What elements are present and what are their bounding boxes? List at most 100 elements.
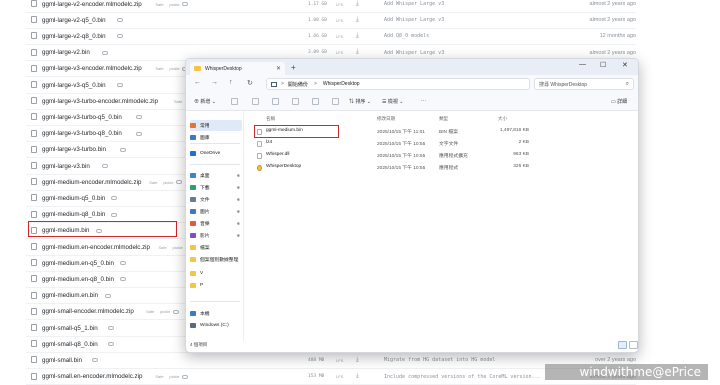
hf-file-name[interactable]: ggml-large-v2-q8_0.bin — [42, 33, 106, 40]
hf-file-name[interactable]: ggml-large-v2-q5_0.bin — [42, 17, 106, 24]
hf-file-name[interactable]: ggml-large-v2-encoder.mlmodelc.zip — [42, 1, 142, 8]
download-icon[interactable]: ⤓ — [356, 1, 359, 8]
pin-icon[interactable]: ✱ — [237, 209, 240, 214]
sidebar-item-label: OneDrive — [200, 151, 221, 156]
sidebar-item[interactable]: 個案個別數據整理 — [190, 254, 242, 265]
up-button[interactable]: ↑ — [229, 79, 233, 86]
pin-icon[interactable]: ✱ — [237, 197, 240, 202]
download-icon[interactable]: ⤓ — [356, 357, 359, 364]
details-button[interactable]: ▭ 詳細 — [611, 98, 627, 105]
copy-icon[interactable] — [252, 98, 259, 105]
hf-commit-message[interactable]: Add Whisper Large v3 — [384, 50, 444, 56]
hf-file-name[interactable]: ggml-medium-q8_0.bin — [42, 211, 105, 218]
close-window-button[interactable]: ✕ — [622, 61, 628, 69]
sidebar-item[interactable]: 圖庫 — [190, 132, 242, 143]
more-button[interactable]: ··· — [421, 98, 426, 104]
forward-button[interactable]: → — [211, 79, 218, 86]
new-button[interactable]: ⊕ 新增 ⌄ — [194, 98, 216, 105]
hf-file-name[interactable]: ggml-small.bin — [42, 357, 82, 364]
hf-file-name[interactable]: ggml-large-v3-turbo-encoder.mlmodelc.zip — [42, 98, 158, 105]
sidebar-item[interactable]: 下載 ✱ — [190, 182, 242, 193]
download-icon[interactable]: ⤓ — [356, 373, 359, 380]
highlight-box-list — [28, 221, 177, 237]
hf-commit-message[interactable]: Add Q8_0 models — [384, 33, 429, 39]
address-bar[interactable]: > 開始備份 > WhisperDesktop — [266, 78, 530, 90]
file-row[interactable]: lz4 2025/10/15 下午 10:55 文字文件 2 KB — [253, 138, 633, 149]
pin-icon[interactable]: ✱ — [237, 173, 240, 178]
sort-button[interactable]: ⇅ 排序 ⌄ — [349, 98, 371, 105]
hf-file-name[interactable]: ggml-small.en-encoder.mlmodelc.zip — [42, 373, 142, 380]
hf-file-name[interactable]: ggml-small-q5_1.bin — [42, 325, 98, 332]
hf-commit-message[interactable]: Add Whisper Large v3 — [384, 17, 444, 23]
hf-file-name[interactable]: ggml-medium.en-q5_0.bin — [42, 260, 114, 267]
hf-file-name[interactable]: ggml-medium.en-q8_0.bin — [42, 276, 114, 283]
delete-icon[interactable] — [332, 98, 339, 105]
share-icon[interactable] — [312, 98, 319, 105]
download-icon[interactable]: ⤓ — [356, 49, 359, 56]
column-size[interactable]: 大小 — [498, 116, 507, 122]
hf-file-name[interactable]: ggml-large-v2.bin — [42, 49, 90, 56]
sidebar-item[interactable]: 檔案 — [190, 242, 242, 253]
maximize-button[interactable]: ☐ — [600, 61, 606, 69]
hf-file-name[interactable]: ggml-large-v3.bin — [42, 163, 90, 170]
download-icon[interactable]: ⤓ — [356, 33, 359, 40]
search-input[interactable]: 搜尋 WhisperDesktop ⌕ — [534, 78, 634, 90]
hf-file-name[interactable]: ggml-large-v3-encoder.mlmodelc.zip — [42, 65, 142, 72]
column-name[interactable]: 名稱 — [266, 116, 275, 122]
sidebar-item[interactable]: V — [190, 268, 242, 279]
hf-commit-message[interactable]: Add Whisper Large v3 — [384, 1, 444, 7]
hf-file-row[interactable]: ggml-large-v2-q8_0.bin 1.66 GB LFS ⤓ Add Q8_… — [26, 28, 636, 44]
download-icon[interactable]: ⤓ — [356, 17, 359, 24]
back-button[interactable]: ← — [194, 79, 201, 86]
sidebar-item[interactable]: OneDrive — [190, 148, 242, 159]
hf-file-name[interactable]: ggml-small-encoder.mlmodelc.zip — [42, 308, 134, 315]
sidebar-item[interactable]: 本機 — [190, 308, 242, 319]
sidebar-item[interactable]: Windows (C:) — [190, 320, 242, 331]
rename-icon[interactable] — [292, 98, 299, 105]
hf-commit-message[interactable]: Include compressed versions of the CoreM… — [384, 374, 541, 380]
address-folder[interactable]: WhisperDesktop — [323, 81, 360, 87]
file-row[interactable]: WhisperDesktop 2025/10/15 下午 10:55 應用程式 325… — [253, 162, 633, 173]
sidebar-item[interactable]: 圖片 ✱ — [190, 206, 242, 217]
hf-file-name[interactable]: ggml-large-v3-turbo-q5_0.bin — [42, 114, 122, 121]
tab-close-icon[interactable]: ✕ — [276, 65, 281, 72]
sidebar-item[interactable]: 影片 ✱ — [190, 230, 242, 241]
hf-file-name[interactable]: ggml-medium-q5_0.bin — [42, 195, 105, 202]
details-view-icon[interactable] — [618, 341, 627, 349]
paste-icon[interactable] — [272, 98, 279, 105]
hf-file-name[interactable]: ggml-large-v3-turbo-q8_0.bin — [42, 130, 122, 137]
address-root[interactable]: 開始備份 — [288, 81, 308, 88]
pin-icon[interactable]: ✱ — [237, 221, 240, 226]
hf-file-name[interactable]: ggml-small-q8_0.bin — [42, 341, 98, 348]
column-date[interactable]: 修改日期 — [377, 116, 395, 122]
file-row[interactable]: Whisper.dll 2025/10/15 下午 10:55 應用程式擴充 963 … — [253, 150, 633, 161]
cut-icon[interactable] — [231, 98, 238, 105]
minimize-button[interactable]: — — [579, 61, 586, 68]
hf-file-name[interactable]: ggml-large-v3-turbo.bin — [42, 146, 106, 153]
pin-icon[interactable]: ✱ — [237, 233, 240, 238]
pin-icon[interactable]: ✱ — [237, 185, 240, 190]
hf-file-row[interactable]: ggml-large-v2-encoder.mlmodelc.zip Safe pi… — [26, 0, 636, 12]
hf-file-tag: Safe — [155, 374, 164, 380]
file-icon — [31, 259, 37, 267]
hf-commit-message[interactable]: Migrate from HG dataset into HG model — [384, 357, 495, 363]
sidebar-item[interactable]: P — [190, 280, 242, 291]
hf-file-name[interactable]: ggml-medium.en.bin — [42, 292, 98, 299]
sidebar-item[interactable]: 文件 ✱ — [190, 194, 242, 205]
hf-file-name[interactable]: ggml-medium.en-encoder.mlmodelc.zip — [42, 244, 150, 251]
hf-file-name[interactable]: ggml-medium-encoder.mlmodelc.zip — [42, 179, 141, 186]
link-icon — [182, 2, 189, 6]
sidebar-item[interactable]: 常用 — [190, 120, 242, 131]
view-button[interactable]: ☰ 檢視 ⌄ — [382, 98, 403, 105]
refresh-button[interactable]: ↻ — [247, 79, 253, 87]
address-sep-2: > — [313, 81, 317, 87]
tab-whisperdesktop[interactable]: WhisperDesktop ✕ — [190, 62, 285, 75]
tiles-view-icon[interactable] — [629, 341, 638, 349]
lfs-badge: LFS — [336, 1, 344, 7]
hf-file-name[interactable]: ggml-large-v3-q5_0.bin — [42, 82, 106, 89]
sidebar-item[interactable]: 桌面 ✱ — [190, 170, 242, 181]
sidebar-item[interactable]: 音樂 ✱ — [190, 218, 242, 229]
new-tab-button[interactable]: + — [291, 63, 296, 72]
hf-file-row[interactable]: ggml-large-v2-q5_0.bin 1.08 GB LFS ⤓ Add Whi… — [26, 12, 636, 28]
column-type[interactable]: 類型 — [439, 116, 448, 122]
